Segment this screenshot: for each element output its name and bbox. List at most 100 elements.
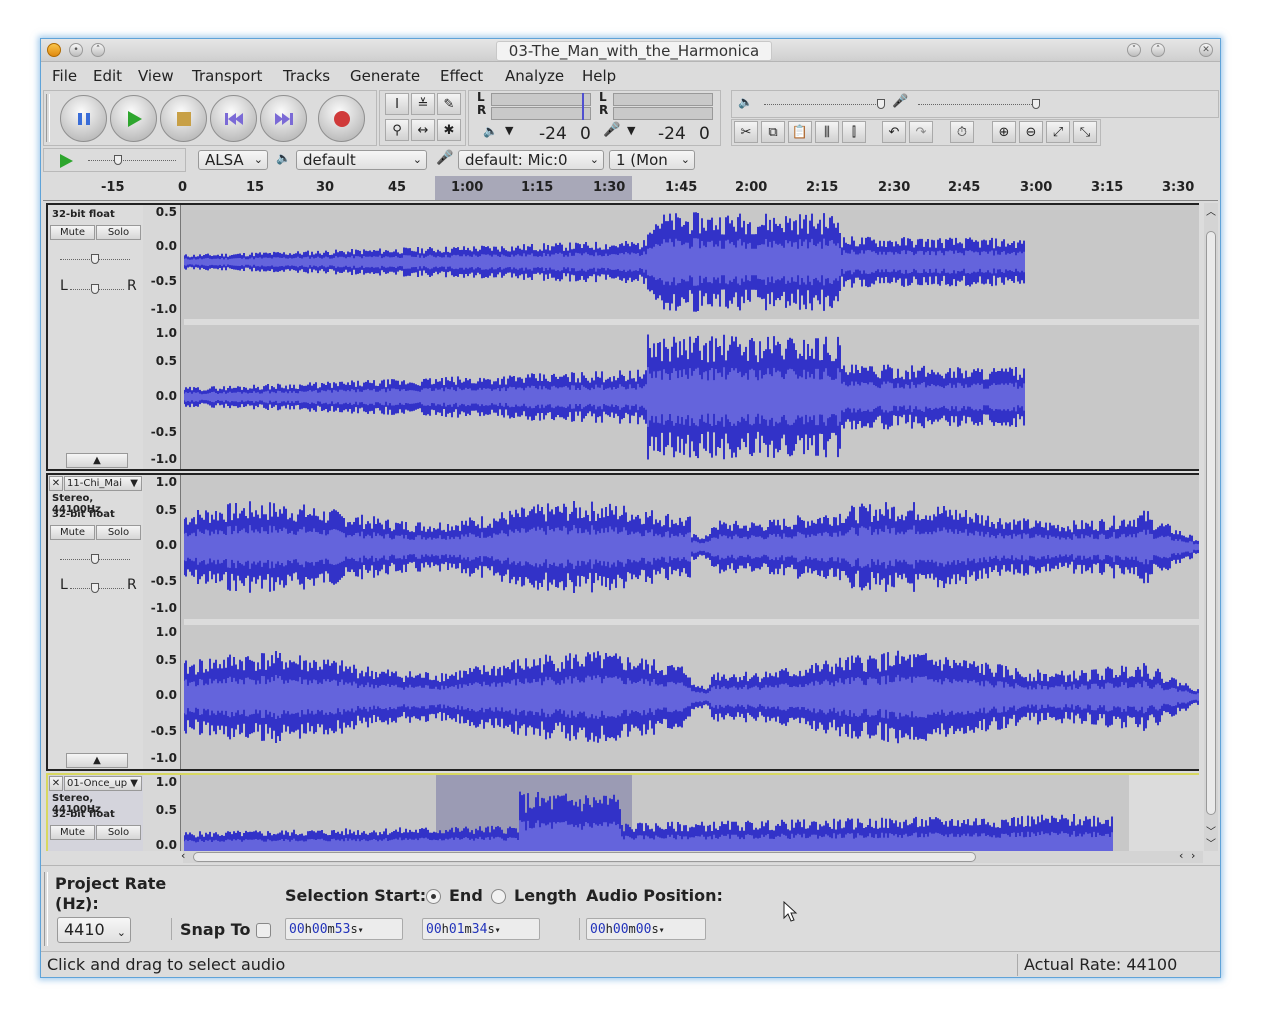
menu-view[interactable]: View [138,67,174,85]
selection-tool-icon[interactable]: I [385,93,409,115]
project-rate-select[interactable]: 4410 ⌄ [57,917,131,943]
multi-tool-icon[interactable]: ✱ [437,119,461,141]
menu-analyze[interactable]: Analyze [505,67,564,85]
playback-meter-right[interactable] [491,107,591,120]
timeline-ruler[interactable]: -15 0 15 30 45 1:00 1:15 1:30 1:45 2:00 … [43,174,1218,201]
scroll-right-icon[interactable]: › [1191,849,1195,862]
scale-label: 1.0 [155,326,177,340]
zoom-in-icon[interactable]: ⊕ [992,121,1016,143]
horizontal-scrollbar[interactable]: ‹ ‹ › [181,849,1203,863]
collapse-track-button[interactable]: ▲ [66,453,128,468]
playback-meter-left[interactable] [491,93,591,106]
play-at-speed-icon[interactable] [58,153,74,169]
toolbar-grip[interactable] [46,94,50,142]
ruler-tick: 15 [246,180,265,195]
solo-button[interactable]: Solo [96,825,141,840]
output-device-select[interactable]: default ⌄ [296,150,427,170]
pause-button[interactable] [60,95,107,142]
record-meter-right[interactable] [613,107,713,120]
pan-knob[interactable] [91,284,99,294]
collapse-track-button[interactable]: ▲ [66,753,128,768]
menu-tracks[interactable]: Tracks [283,67,330,85]
scale-label: 1.0 [155,475,177,489]
end-radio[interactable] [426,889,441,904]
zoom-tool-icon[interactable]: ⚲ [385,119,409,141]
waveform-track-1[interactable] [184,205,1199,469]
speed-knob[interactable] [114,155,122,165]
mute-button[interactable]: Mute [50,525,95,540]
skip-start-button[interactable] [210,95,257,142]
silence-icon[interactable]: ⫿ [842,121,866,143]
track-name-menu[interactable]: 01-Once_up ▼ [64,776,142,791]
vertical-scrollbar[interactable]: ︿ ﹀ ﹀ [1204,203,1218,851]
minimize-icon[interactable]: ˅ [1127,43,1141,57]
sync-lock-icon[interactable]: ⏱ [950,121,974,143]
menu-help[interactable]: Help [582,67,616,85]
record-button[interactable] [318,95,365,142]
audio-position-time[interactable]: 00h00m00s▾ [586,918,706,940]
trim-icon[interactable]: ⫼ [815,121,839,143]
redo-icon[interactable]: ↷ [909,121,933,143]
length-radio[interactable] [491,889,506,904]
stop-button[interactable] [160,95,207,142]
snap-to-checkbox[interactable] [256,923,271,938]
menu-transport[interactable]: Transport [192,67,262,85]
scroll-up-icon[interactable]: ︿ [1206,203,1216,218]
gain-knob[interactable] [91,254,99,264]
copy-icon[interactable]: ⧉ [761,121,785,143]
close-track-icon[interactable]: ✕ [49,776,63,791]
vertical-scroll-thumb[interactable] [1206,231,1216,815]
solo-button[interactable]: Solo [96,225,141,240]
menu-edit[interactable]: Edit [93,67,122,85]
menu-effect[interactable]: Effect [440,67,483,85]
pan-knob[interactable] [91,583,99,593]
gain-knob[interactable] [91,554,99,564]
mute-button[interactable]: Mute [50,225,95,240]
time-shift-tool-icon[interactable]: ↔ [411,119,435,141]
input-volume-knob[interactable] [1032,99,1040,109]
fit-project-icon[interactable]: ⤡ [1073,121,1097,143]
scroll-down-icon[interactable]: ﹀ [1206,835,1216,850]
output-volume-slider[interactable] [764,104,882,105]
time-format-dropdown-icon[interactable]: ▾ [495,925,501,936]
keep-above-icon[interactable]: ˄ [91,43,105,57]
paste-icon[interactable]: 📋 [788,121,812,143]
speed-slider[interactable] [88,160,176,161]
record-meter-dropdown-icon[interactable]: ▼ [627,124,635,137]
input-device-select[interactable]: default: Mic:0 ⌄ [458,150,604,170]
record-meter-left[interactable] [613,93,713,106]
input-channels-select[interactable]: 1 (Mon ⌄ [609,150,695,170]
playback-meter-dropdown-icon[interactable]: ▼ [505,124,513,137]
skip-end-button[interactable] [260,95,307,142]
fit-selection-icon[interactable]: ⤢ [1046,121,1070,143]
draw-tool-icon[interactable]: ✎ [437,93,461,115]
scroll-left-icon[interactable]: ‹ [1179,849,1183,862]
ruler-tick: 2:45 [948,180,981,195]
selection-start-time[interactable]: 00h00m53s▾ [285,918,403,940]
undo-icon[interactable]: ↶ [882,121,906,143]
scroll-left-icon[interactable]: ‹ [181,849,185,862]
horizontal-scroll-thumb[interactable] [193,852,976,862]
waveform-track-3[interactable] [184,775,1199,851]
waveform-track-2[interactable] [184,475,1199,769]
selection-end-time[interactable]: 00h01m34s▾ [422,918,540,940]
mute-button[interactable]: Mute [50,825,95,840]
zoom-out-icon[interactable]: ⊖ [1019,121,1043,143]
input-volume-slider[interactable] [918,104,1036,105]
window-menu-icon[interactable]: • [69,43,83,57]
close-icon[interactable]: ✕ [1199,43,1213,57]
output-volume-knob[interactable] [877,99,885,109]
close-track-icon[interactable]: ✕ [49,476,63,491]
audio-host-select[interactable]: ALSA ⌄ [198,150,268,170]
envelope-tool-icon[interactable]: ≚ [411,93,435,115]
time-format-dropdown-icon[interactable]: ▾ [659,925,665,936]
track-name-menu[interactable]: 11-Chi_Mai ▼ [64,476,142,491]
cut-icon[interactable]: ✂ [734,121,758,143]
play-button[interactable] [110,95,157,142]
menu-file[interactable]: File [52,67,77,85]
menu-generate[interactable]: Generate [350,67,420,85]
time-format-dropdown-icon[interactable]: ▾ [358,925,364,936]
maximize-icon[interactable]: ˄ [1151,43,1165,57]
solo-button[interactable]: Solo [96,525,141,540]
toolbar-grip[interactable] [44,872,48,946]
